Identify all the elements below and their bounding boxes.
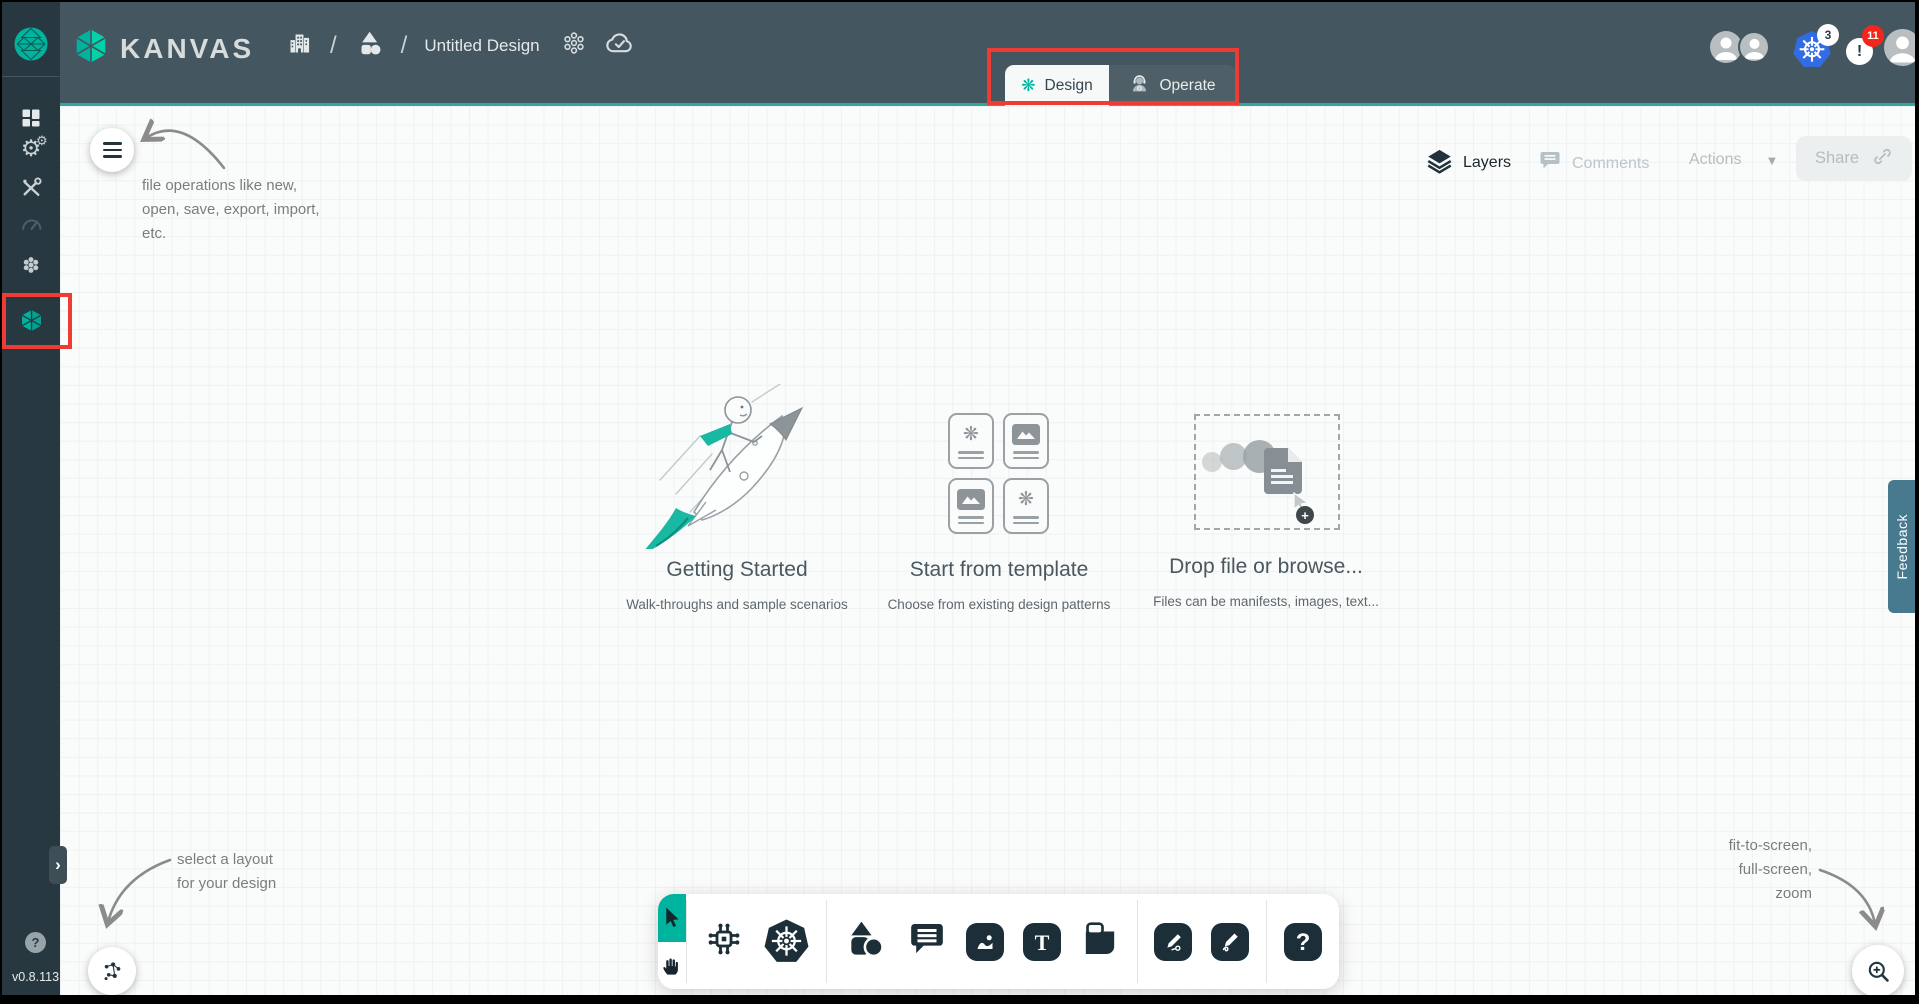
chevron-down-icon: ▼: [1765, 153, 1778, 168]
layers-label: Layers: [1463, 154, 1511, 172]
comment-tool[interactable]: [907, 919, 947, 964]
app-version: v0.8.113: [12, 970, 59, 984]
link-icon: [1872, 146, 1893, 172]
graph-layout-icon: [99, 958, 125, 984]
rocket-illustration: [632, 384, 844, 549]
sketch-tool[interactable]: [1211, 923, 1249, 961]
meshery-logo[interactable]: [2, 24, 60, 77]
kanvas-logo-icon: [72, 27, 110, 70]
comments-icon: [1538, 149, 1562, 178]
kubernetes-context-icon[interactable]: 3: [1793, 29, 1837, 69]
cursor-arrow-icon: [659, 905, 684, 930]
template-thumb-design: ❋: [1003, 478, 1049, 534]
templates-title[interactable]: Start from template: [879, 558, 1119, 582]
tab-operate[interactable]: Operate: [1109, 65, 1236, 106]
user-avatar[interactable]: [1884, 29, 1915, 66]
organization-icon[interactable]: [286, 30, 313, 62]
design-name[interactable]: Untitled Design: [424, 36, 539, 56]
workspace-icon[interactable]: [354, 28, 384, 63]
share-button[interactable]: Share: [1796, 136, 1912, 181]
text-tool[interactable]: T: [1023, 923, 1061, 961]
layout-annotation: select a layout for your design: [177, 848, 276, 896]
notifications-button[interactable]: ! 11: [1846, 34, 1886, 70]
shapes-tool[interactable]: [844, 917, 888, 966]
select-tool-button[interactable]: [658, 894, 686, 942]
share-label: Share: [1815, 149, 1859, 168]
comments-toggle[interactable]: Comments: [1538, 149, 1649, 178]
file-menu-fab[interactable]: [90, 128, 134, 172]
template-thumb-image: [1003, 413, 1049, 469]
canvas-toolbar: T: [658, 894, 1339, 989]
magnifier-plus-icon: [1865, 958, 1892, 985]
menu-icon: [103, 142, 122, 158]
help-button[interactable]: ?: [25, 932, 46, 953]
templates-card[interactable]: ❋ ❋: [948, 413, 1049, 534]
tab-design-label: Design: [1045, 77, 1093, 95]
getting-started-card[interactable]: [632, 384, 844, 549]
help-tool[interactable]: ?: [1284, 923, 1322, 961]
kubernetes-count-badge: 3: [1817, 24, 1839, 46]
cloud-save-status-icon[interactable]: [604, 28, 634, 63]
screenshot-frame: KANVAS: [0, 0, 1919, 1004]
templates-subtitle: Choose from existing design patterns: [859, 597, 1139, 612]
brand-name: KANVAS: [120, 33, 254, 65]
template-thumb-design: ❋: [948, 413, 994, 469]
design-canvas[interactable]: [60, 106, 1915, 995]
kanvas-app: KANVAS: [2, 2, 1915, 995]
plus-badge-icon: +: [1296, 506, 1314, 524]
breadcrumb-separator: /: [401, 32, 408, 60]
chevron-right-icon: ›: [55, 855, 61, 875]
sidebar-item-configuration[interactable]: [2, 175, 60, 200]
layout-selector-fab[interactable]: [88, 947, 136, 995]
gear-small-icon: ⚙: [36, 134, 48, 147]
sidebar-item-dashboard[interactable]: [2, 106, 60, 130]
collaborator-avatar[interactable]: [1738, 31, 1770, 63]
sidebar-item-extensions[interactable]: [2, 252, 60, 278]
tab-design[interactable]: ❋ Design: [1005, 65, 1109, 106]
template-thumb-image: [948, 478, 994, 534]
hand-icon: [660, 954, 683, 977]
file-ops-annotation: file operations like new, open, save, ex…: [142, 174, 320, 246]
comments-label: Comments: [1572, 155, 1649, 173]
design-cluster-icon[interactable]: [561, 30, 587, 61]
svg-text:?: ?: [1296, 928, 1311, 955]
sidebar-item-performance[interactable]: [2, 213, 60, 238]
section-tool[interactable]: [1080, 919, 1120, 964]
actions-dropdown[interactable]: Actions ▼: [1689, 151, 1778, 169]
getting-started-subtitle: Walk-throughs and sample scenarios: [592, 597, 882, 612]
drop-zone[interactable]: +: [1194, 414, 1340, 530]
app-header: KANVAS: [60, 2, 1915, 106]
layers-icon: [1426, 147, 1453, 179]
actions-label: Actions: [1689, 151, 1741, 169]
drop-zone-title[interactable]: Drop file or browse...: [1146, 555, 1386, 579]
feedback-tab[interactable]: Feedback: [1888, 480, 1915, 613]
notification-count-badge: 11: [1862, 25, 1884, 47]
component-chip-tool[interactable]: [703, 918, 745, 965]
getting-started-title[interactable]: Getting Started: [617, 558, 857, 582]
svg-text:T: T: [1034, 929, 1049, 954]
feedback-label: Feedback: [1894, 514, 1910, 579]
sidebar-item-lifecycle[interactable]: ⚙ ⚙: [2, 137, 60, 160]
sidebar-expand-button[interactable]: ›: [49, 846, 67, 884]
breadcrumb-separator: /: [330, 32, 337, 60]
pen-tool[interactable]: [1154, 923, 1192, 961]
image-tool[interactable]: [966, 923, 1004, 961]
mode-tabs: ❋ Design Operate: [1005, 65, 1236, 106]
screen-controls-annotation: fit-to-screen, full-screen, zoom: [1662, 834, 1812, 906]
operator-headset-icon: [1129, 73, 1150, 99]
tab-operate-label: Operate: [1159, 77, 1215, 95]
kubernetes-tool[interactable]: [764, 917, 809, 967]
sidebar-item-kanvas[interactable]: [2, 308, 60, 333]
drop-zone-subtitle: Files can be manifests, images, text...: [1126, 594, 1406, 609]
layers-toggle[interactable]: Layers: [1426, 147, 1511, 179]
design-spiral-icon: ❋: [1021, 77, 1035, 94]
zoom-fab[interactable]: [1852, 945, 1904, 995]
pan-tool-button[interactable]: [658, 942, 686, 990]
